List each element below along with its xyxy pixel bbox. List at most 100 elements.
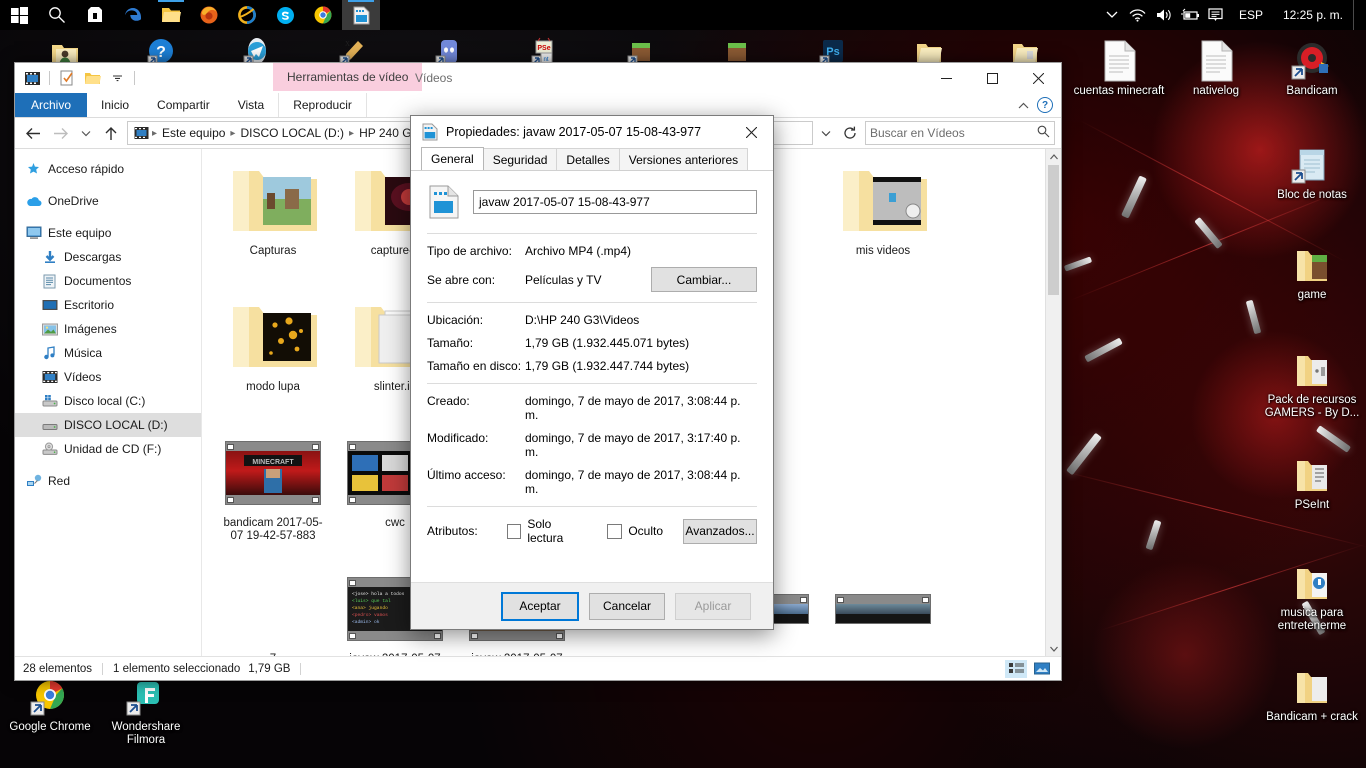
new-folder-icon[interactable]	[81, 67, 103, 89]
advanced-button[interactable]: Avanzados...	[683, 519, 757, 544]
sidebar-item-disco-local-d[interactable]: DISCO LOCAL (D:)	[15, 413, 201, 437]
file-tile[interactable]: MINECRAFT bandicam 2017-05-07 19-42-57-8…	[212, 427, 334, 563]
dialog-tab-versiones-anteriores[interactable]: Versiones anteriores	[619, 148, 748, 170]
show-hidden-icons-button[interactable]	[1099, 0, 1125, 30]
dialog-tab-detalles[interactable]: Detalles	[556, 148, 619, 170]
ok-button[interactable]: Aceptar	[501, 592, 579, 621]
ribbon-tab-compartir[interactable]: Compartir	[143, 93, 224, 117]
search-input[interactable]: Buscar en Vídeos	[865, 121, 1055, 145]
sidebar-item-escritorio[interactable]: Escritorio	[15, 293, 201, 317]
ribbon-tab-archivo[interactable]: Archivo	[15, 93, 87, 117]
dialog-close-button[interactable]	[729, 116, 773, 148]
action-center-icon[interactable]	[1203, 0, 1229, 30]
desktop-icon-bandicam-crack[interactable]: Bandicam + crack	[1262, 662, 1362, 724]
chevron-up-icon[interactable]	[1013, 95, 1033, 115]
file-explorer-button[interactable]	[152, 0, 190, 30]
file-tile[interactable]: modo lupa	[212, 291, 334, 427]
customize-qat-icon[interactable]	[106, 67, 128, 89]
change-program-button[interactable]: Cambiar...	[651, 267, 757, 292]
scrollbar-thumb[interactable]	[1048, 165, 1059, 295]
store-button[interactable]	[76, 0, 114, 30]
details-view-button[interactable]	[1005, 660, 1027, 678]
recent-locations-button[interactable]	[77, 121, 95, 145]
firefox-button[interactable]	[190, 0, 228, 30]
sidebar-item-descargas[interactable]: Descargas	[15, 245, 201, 269]
file-tile[interactable]: 7	[212, 563, 334, 656]
sidebar-item-documentos[interactable]: Documentos	[15, 269, 201, 293]
cancel-button[interactable]: Cancelar	[589, 593, 665, 620]
ribbon-tab-reproducir[interactable]: Reproducir	[278, 93, 367, 117]
refresh-button[interactable]	[839, 122, 861, 144]
file-tile[interactable]	[822, 427, 944, 563]
properties-icon[interactable]	[56, 67, 78, 89]
sidebar-item-unidad-de-cd-f[interactable]: Unidad de CD (F:)	[15, 437, 201, 461]
help-icon[interactable]: ?	[1037, 97, 1053, 113]
desktop-icon-game[interactable]: game	[1262, 240, 1362, 302]
vertical-scrollbar[interactable]	[1045, 149, 1061, 656]
desktop-icon-google-chrome[interactable]: Google Chrome	[0, 672, 100, 734]
search-icon[interactable]	[1037, 125, 1050, 141]
sidebar-item-red[interactable]: Red	[15, 469, 201, 493]
sidebar-item-musica[interactable]: Música	[15, 341, 201, 365]
scroll-down-icon[interactable]	[1046, 641, 1061, 656]
desktop-icon-bloc-de-notas[interactable]: Bloc de notas	[1262, 140, 1362, 202]
dialog-tab-general[interactable]: General	[421, 147, 484, 170]
skype-button[interactable]	[266, 0, 304, 30]
desktop-icon-bandicam[interactable]: Bandicam	[1262, 36, 1362, 98]
edge-button[interactable]	[114, 0, 152, 30]
sidebar-item-disco-local-c[interactable]: Disco local (C:)	[15, 389, 201, 413]
divider	[300, 663, 301, 675]
speaker-icon[interactable]	[1151, 0, 1177, 30]
readonly-checkbox[interactable]	[507, 524, 521, 539]
file-tile[interactable]	[822, 291, 944, 427]
scroll-up-icon[interactable]	[1046, 149, 1061, 164]
ribbon-tab-vista[interactable]: Vista	[224, 93, 278, 117]
wifi-icon[interactable]	[1125, 0, 1151, 30]
dialog-titlebar[interactable]: Propiedades: javaw 2017-05-07 15-08-43-9…	[411, 116, 773, 148]
file-tile[interactable]	[822, 563, 944, 656]
sidebar-item-videos[interactable]: Vídeos	[15, 365, 201, 389]
large-icons-view-button[interactable]	[1031, 660, 1053, 678]
language-indicator[interactable]: ESP	[1229, 8, 1273, 22]
sidebar-item-este-equipo[interactable]: Este equipo	[15, 221, 201, 245]
dialog-tab-seguridad[interactable]: Seguridad	[483, 148, 558, 170]
desktop-icon-nativelog[interactable]: nativelog	[1166, 36, 1266, 98]
search-button[interactable]	[38, 0, 76, 30]
ribbon-tab-inicio[interactable]: Inicio	[87, 93, 143, 117]
field-label: Ubicación:	[427, 313, 525, 327]
desktop-icon-wondershare-filmora[interactable]: Wondershare Filmora	[96, 672, 196, 747]
show-desktop-button[interactable]	[1353, 0, 1360, 30]
explorer-titlebar[interactable]: Herramientas de vídeo Vídeos	[15, 63, 1061, 93]
apply-button[interactable]: Aplicar	[675, 593, 751, 620]
hidden-label: Oculto	[628, 524, 663, 538]
address-dropdown-button[interactable]	[817, 122, 835, 144]
up-button[interactable]	[99, 121, 123, 145]
minimize-button[interactable]	[923, 63, 969, 93]
chrome-button[interactable]	[304, 0, 342, 30]
battery-icon[interactable]	[1177, 0, 1203, 30]
close-button[interactable]	[1015, 63, 1061, 93]
internet-explorer-button[interactable]	[228, 0, 266, 30]
breadcrumb-item-disco-local-d[interactable]: DISCO LOCAL (D:)	[237, 126, 347, 140]
desktop-icon-musica[interactable]: musica para entretenerme	[1254, 558, 1366, 633]
filename-input[interactable]: javaw 2017-05-07 15-08-43-977	[473, 190, 757, 214]
readonly-checkbox-group[interactable]: Solo lectura	[507, 517, 587, 545]
sidebar-item-onedrive[interactable]: OneDrive	[15, 189, 201, 213]
clock[interactable]: 12:25 p. m.	[1273, 8, 1353, 22]
back-button[interactable]	[21, 121, 45, 145]
desktop-icon-pack-de-recursos[interactable]: Pack de recursos GAMERS - By D...	[1250, 345, 1366, 420]
breadcrumb-item-este-equipo[interactable]: Este equipo	[159, 126, 228, 140]
video-app-button[interactable]	[342, 0, 380, 30]
breadcrumb-item-hp-240-g3[interactable]: HP 240 G	[356, 126, 414, 140]
desktop-icon-pseint[interactable]: PSeInt	[1262, 450, 1362, 512]
sidebar-item-acceso-rapido[interactable]: Acceso rápido	[15, 157, 201, 181]
file-tile[interactable]: mis videos	[822, 155, 944, 291]
hidden-checkbox[interactable]	[607, 524, 622, 539]
sidebar-item-imagenes[interactable]: Imágenes	[15, 317, 201, 341]
file-tile[interactable]: Capturas	[212, 155, 334, 291]
maximize-button[interactable]	[969, 63, 1015, 93]
desktop-icon-cuentas-minecraft[interactable]: cuentas minecraft	[1069, 36, 1169, 98]
hidden-checkbox-group[interactable]: Oculto	[607, 524, 663, 539]
forward-button[interactable]	[49, 121, 73, 145]
start-button[interactable]	[0, 0, 38, 30]
